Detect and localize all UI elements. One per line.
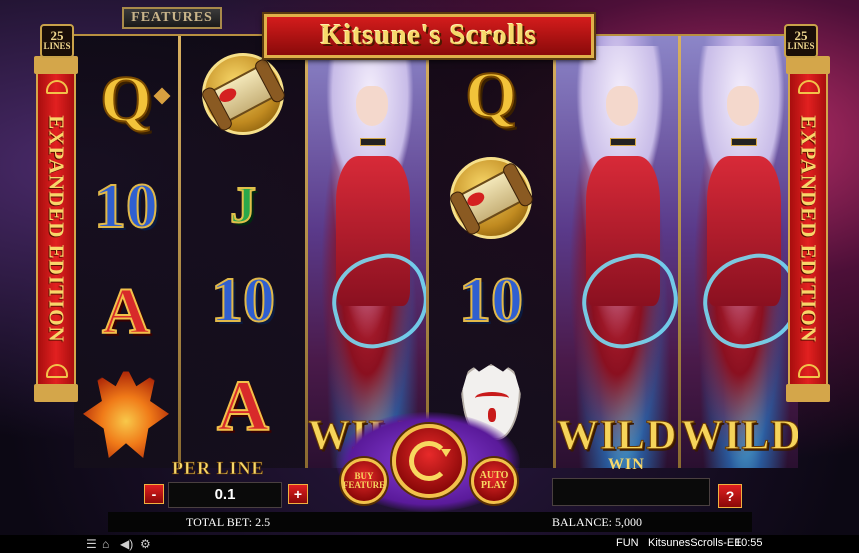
- per-line-label: PER LINE: [172, 458, 265, 479]
- reel-4: Q 10: [429, 36, 553, 468]
- game-id: KitsunesScrolls-EE: [648, 537, 742, 549]
- expanded-edition-banner-left: EXPANDED EDITION: [34, 56, 78, 402]
- win-label: WIN: [608, 456, 645, 473]
- increase-bet-button[interactable]: +: [288, 484, 308, 504]
- reel-3-wild: WILD: [308, 36, 426, 468]
- mode-label: FUN: [616, 537, 639, 549]
- shell-icon: [46, 80, 68, 94]
- settings-icon[interactable]: ⚙: [140, 537, 151, 551]
- symbol-10: 10: [93, 170, 159, 241]
- symbol-10: 10: [210, 264, 276, 335]
- balance: BALANCE: 5,000: [552, 515, 642, 529]
- kitsune-wild-art: [321, 46, 426, 357]
- game-title-logo: Kitsune's Scrolls: [264, 14, 594, 58]
- lines-badge-left: 25 LINES: [40, 24, 74, 58]
- symbol-a: A: [101, 275, 151, 348]
- decrease-bet-button[interactable]: -: [144, 484, 164, 504]
- expanded-edition-banner-right: EXPANDED EDITION: [786, 56, 830, 402]
- shell-icon: [798, 80, 820, 94]
- symbol-10: 10: [458, 264, 524, 335]
- symbol-fox: [74, 360, 178, 464]
- symbol-j: J: [229, 177, 257, 234]
- kitsune-wild-art: [692, 46, 798, 357]
- home-icon[interactable]: ⌂: [102, 537, 109, 551]
- shell-icon: [798, 364, 820, 378]
- total-bet: TOTAL BET: 2.5: [186, 515, 271, 529]
- wild-label: WILD: [556, 413, 678, 460]
- system-bar: ☰ ⌂ ◀) ⚙ FUN KitsunesScrolls-EE 10:55: [0, 535, 859, 553]
- sound-icon[interactable]: ◀): [120, 537, 133, 551]
- reel-6-wild: WILD: [681, 36, 798, 468]
- game-stage: Q 10 A J 10 A WILD Q: [0, 0, 859, 553]
- symbol-q: Q: [74, 48, 178, 152]
- symbol-q: Q: [464, 59, 517, 132]
- reel-1: Q 10 A: [74, 36, 178, 468]
- game-title: Kitsune's Scrolls: [320, 20, 538, 51]
- lines-badge-right: 25 LINES: [784, 24, 818, 58]
- bet-per-line-value: 0.1: [168, 482, 282, 508]
- reel-2: J 10 A: [181, 36, 305, 468]
- features-button[interactable]: FEATURES: [122, 7, 222, 29]
- scroll-icon: [202, 53, 284, 135]
- help-button[interactable]: ?: [718, 484, 742, 508]
- clock: 10:55: [735, 537, 763, 549]
- spin-button[interactable]: [392, 424, 466, 498]
- symbol-scroll: [429, 146, 553, 250]
- auto-play-button[interactable]: AUTO PLAY: [471, 458, 517, 504]
- fox-icon: [83, 366, 169, 458]
- menu-icon[interactable]: ☰: [86, 537, 97, 551]
- scroll-icon: [450, 157, 532, 239]
- win-value: [552, 478, 710, 506]
- spin-icon: [409, 441, 449, 481]
- kitsune-wild-art: [571, 46, 678, 357]
- status-bar: TOTAL BET: 2.5 BALANCE: 5,000: [108, 512, 752, 532]
- symbol-a: A: [216, 366, 270, 446]
- buy-feature-button[interactable]: BUY FEATURE: [341, 458, 387, 504]
- shell-icon: [46, 364, 68, 378]
- reel-area: Q 10 A J 10 A WILD Q: [74, 34, 798, 468]
- reel-5-wild: WILD: [556, 36, 678, 468]
- wild-label: WILD: [681, 413, 798, 460]
